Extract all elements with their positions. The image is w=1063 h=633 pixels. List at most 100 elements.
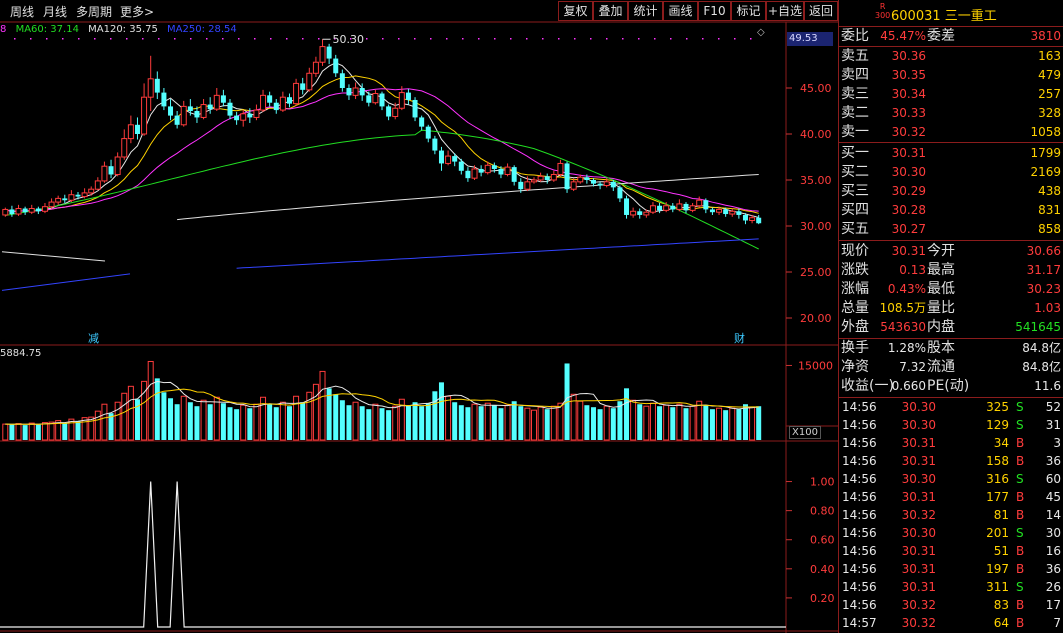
- signal-dot: [318, 38, 320, 40]
- stat-row-2-value: 0.13: [899, 263, 926, 277]
- weibi-label: 委比: [841, 28, 869, 44]
- tick-time: 14:56: [842, 580, 877, 594]
- bid-row-2-value: 30.30: [891, 165, 926, 179]
- volume-bar: [48, 421, 55, 441]
- fundamental-row-2-value: 7.32: [899, 360, 926, 374]
- candle-body: [425, 126, 431, 139]
- ask-row-5-value: 30.36: [891, 49, 926, 63]
- candle-body: [213, 94, 220, 110]
- bid-row-5-label: 买五: [841, 221, 869, 237]
- tick-price: 30.32: [901, 508, 936, 522]
- tick-row: 14:56 30.31 177 B 45: [839, 488, 1063, 506]
- signal-dot: [174, 38, 176, 40]
- tick-row: 14:56 30.30 201 S 30: [839, 524, 1063, 542]
- volume-bar: [405, 405, 411, 440]
- volume-bar: [703, 405, 709, 440]
- volume-bar: [663, 404, 670, 441]
- stat-row-4-label: 总量: [841, 300, 869, 316]
- stat-row-3-value2: 30.23: [1026, 282, 1061, 296]
- stock-title: 600031 三一重工: [891, 9, 997, 24]
- volume-bar: [471, 403, 478, 441]
- volume-bar: [174, 404, 180, 440]
- tick-volume: 177: [986, 490, 1009, 504]
- candle-body: [220, 95, 226, 103]
- candle-body: [683, 203, 689, 211]
- tick-price: 30.31: [901, 544, 936, 558]
- tick-side: B: [1016, 598, 1025, 612]
- candle-body: [419, 117, 425, 127]
- candle-body: [234, 115, 240, 121]
- stat-row-5-label2: 内盘: [927, 319, 955, 335]
- candle-body: [518, 181, 524, 190]
- volume-bar: [597, 409, 603, 440]
- tick-side: S: [1016, 526, 1024, 540]
- price-tick-label: 40.00: [800, 128, 832, 141]
- high-price-label: 50.30: [333, 33, 365, 46]
- signal-dot: [670, 38, 672, 40]
- volume-bar: [22, 425, 28, 440]
- fundamental-row-3-label2: PE(动): [927, 378, 970, 394]
- candle-body: [570, 181, 577, 190]
- candle-body: [62, 198, 68, 201]
- volume-bar: [670, 407, 676, 440]
- volume-bar: [630, 399, 637, 441]
- ma250-line: [236, 238, 759, 269]
- weicha-value: 3810: [1030, 29, 1061, 43]
- tick-side: S: [1016, 580, 1024, 594]
- volume-bar: [736, 409, 742, 440]
- volume-bar: [498, 408, 504, 440]
- volume-bar: [603, 405, 610, 441]
- volume-bar: [359, 406, 365, 440]
- candle-body: [452, 156, 458, 162]
- stat-row-1-label2: 今开: [927, 243, 955, 259]
- candle-body: [723, 209, 729, 215]
- tick-count: 36: [1045, 454, 1061, 468]
- fundamental-row-1-value: 1.28%: [887, 341, 926, 355]
- candle-body: [312, 61, 319, 74]
- volume-bar: [168, 398, 174, 440]
- tick-row: 14:56 30.31 34 B 3: [839, 434, 1063, 452]
- candle-body: [187, 106, 193, 111]
- volume-bar: [742, 404, 748, 440]
- candle-body: [286, 97, 292, 104]
- volume-bar: [511, 401, 517, 440]
- candle-body: [48, 201, 55, 208]
- volume-bar: [392, 405, 399, 441]
- tick-time: 14:56: [842, 400, 877, 414]
- indicator-tick-label: 0.20: [810, 592, 835, 605]
- tick-price: 30.32: [901, 616, 936, 630]
- candle-body: [154, 78, 160, 93]
- candle-body: [564, 163, 570, 190]
- volume-bar: [465, 407, 471, 440]
- volume-bar: [524, 407, 531, 441]
- stat-row-5-value: 543630: [880, 320, 926, 334]
- tick-volume: 51: [993, 544, 1009, 558]
- volume-bar: [161, 392, 167, 440]
- volume-bar: [372, 403, 379, 441]
- bid-row-4: 买四 30.28 831: [839, 201, 1063, 220]
- volume-bar: [729, 407, 736, 441]
- signal-dot: [654, 38, 656, 40]
- tick-count: 52: [1045, 400, 1061, 414]
- tick-row: 14:56 30.31 51 B 16: [839, 542, 1063, 560]
- candle-body: [491, 165, 497, 169]
- signal-dot: [30, 38, 32, 40]
- signal-dot: [62, 38, 64, 40]
- volume-bar: [15, 423, 22, 441]
- kline-chart[interactable]: ◇ 45.00 40.00 35.00 30.00 25.00 20.00 50.30 减 财 1…: [0, 0, 838, 633]
- bid-row-1-label: 买一: [841, 145, 869, 161]
- volume-bar: [518, 406, 524, 440]
- candle-body: [670, 205, 676, 210]
- indicator-tick-label: 1.00: [810, 476, 835, 489]
- volume-bar: [62, 423, 68, 440]
- candle-body: [445, 155, 452, 164]
- signal-dot: [270, 38, 272, 40]
- tick-count: 3: [1053, 436, 1061, 450]
- candle-body: [227, 102, 233, 116]
- r-badge-code: 300: [875, 11, 891, 20]
- tick-time: 14:56: [842, 490, 877, 504]
- volume-bar: [339, 400, 345, 440]
- candle-body: [405, 92, 411, 100]
- fundamental-row-3-label: 收益(一): [841, 378, 894, 394]
- volume-bar: [240, 404, 247, 441]
